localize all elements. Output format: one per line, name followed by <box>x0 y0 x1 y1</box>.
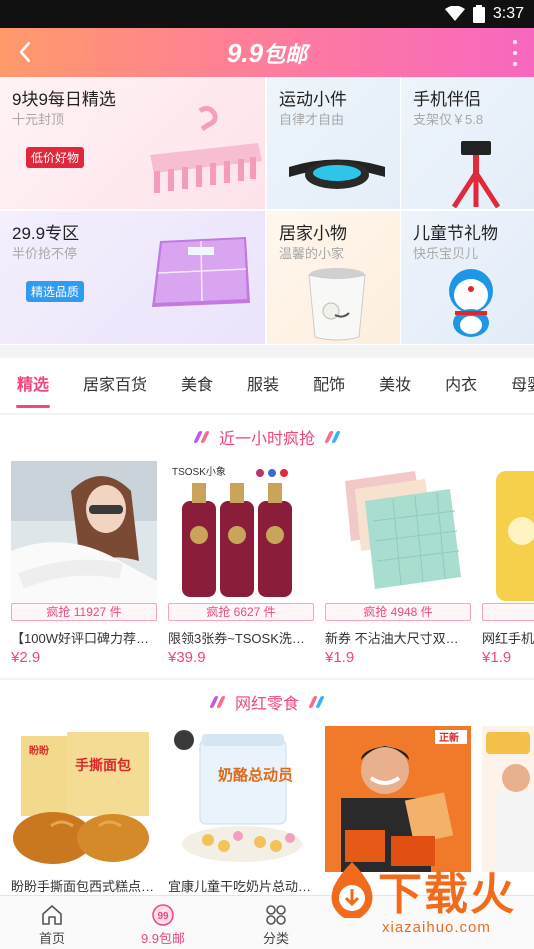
panpan-logo-text: 盼盼 <box>29 744 49 757</box>
section-header: 近一小时疯抢 <box>0 415 534 459</box>
grid-card-title: 居家小物 <box>279 224 347 243</box>
bathroom-scale-image <box>152 237 250 307</box>
grid-card-9-9-daily[interactable]: 9块9每日精选 十元封顶 低价好物 <box>0 77 265 209</box>
page-title: 9.9包邮 <box>227 37 307 69</box>
home-icon <box>42 905 62 925</box>
nine-nine-icon: 99 <box>152 904 174 926</box>
tab-home-goods[interactable]: 居家百货 <box>66 358 164 413</box>
status-time: 3:37 <box>492 5 524 22</box>
watermark-url: xiazaihuo.com <box>382 919 491 936</box>
grid-card-title: 运动小件 <box>279 90 347 109</box>
wifi-icon <box>444 6 465 21</box>
more-options-icon[interactable] <box>510 40 520 66</box>
tab-underwear[interactable]: 内衣 <box>428 358 494 413</box>
nav-category-label: 分类 <box>262 931 289 946</box>
back-arrow-icon[interactable] <box>12 38 40 66</box>
watermark-brand: 下载火 <box>378 870 516 919</box>
tab-mother-baby[interactable]: 母婴 <box>494 358 534 413</box>
grid-card-subtitle: 自律才自由 <box>279 112 345 127</box>
grid-card-childrens-day[interactable]: 儿童节礼物 快乐宝贝儿 <box>401 211 534 344</box>
grid-card-subtitle: 半价抢不停 <box>12 246 78 261</box>
product-image-tofu-snack: 正新 <box>325 726 471 872</box>
product-name: 限领3张券~TSOSK洗发… <box>168 631 314 646</box>
hot-section: 近一小时疯抢 疯抢 11927 件 【100W好评口碑力荐】… ¥2.9 TSO… <box>0 415 534 678</box>
grid-card-sports[interactable]: 运动小件 自律才自由 <box>267 77 400 209</box>
page-title-text: 包邮 <box>263 41 308 67</box>
grid-card-subtitle: 支架仅￥5.8 <box>413 112 484 127</box>
app-header: 9.9包邮 <box>0 28 534 77</box>
milk-jar-text: 奶酪总动员 <box>218 766 293 784</box>
product-name: 新券 不沾油大尺寸双色… <box>325 631 471 646</box>
doraemon-toy-image <box>449 269 493 337</box>
slash-decoration-icon <box>324 431 341 443</box>
product-image-sleeves <box>11 461 157 607</box>
hanger-rack-image <box>150 105 262 193</box>
zhengxin-logo-text: 正新 <box>439 731 459 744</box>
status-bar: 3:37 <box>0 0 534 28</box>
nav-home-label: 首页 <box>38 931 65 946</box>
product-name: 宜康儿童干吃奶片总动员… <box>168 879 314 894</box>
sold-count-badge: 疯抢 6627 件 <box>168 603 314 621</box>
category-tabs: 精选 居家百货 美食 服装 配饰 美妆 内衣 母婴 <box>0 358 534 414</box>
product-price: ¥2.9 <box>11 649 41 666</box>
bread-package-text: 手撕面包 <box>75 757 131 773</box>
svg-text:99: 99 <box>157 911 169 922</box>
grid-card-subtitle: 快乐宝贝儿 <box>413 246 479 261</box>
waist-bag-image <box>289 159 385 189</box>
product-price: ¥39.9 <box>168 649 206 666</box>
product-name: 网红手机 <box>482 631 534 646</box>
sold-count-badge: 疯抢 11927 件 <box>11 603 157 621</box>
nav-9-9-label: 9.9包邮 <box>140 931 186 946</box>
product-image-dishcloth <box>325 461 471 607</box>
slash-decoration-icon <box>193 431 210 443</box>
grid-card-29-9[interactable]: 29.9专区 半价抢不停 精选品质 <box>0 211 265 344</box>
sold-count-badge: 疯抢 <box>482 603 534 621</box>
grid-card-subtitle: 十元封顶 <box>12 112 65 127</box>
sold-count-badge: 疯抢 4948 件 <box>325 603 471 621</box>
section-title: 网红零食 <box>234 696 299 713</box>
product-price: ¥1.9 <box>325 649 355 666</box>
grid-card-title: 29.9专区 <box>12 224 80 243</box>
grid-card-badge: 低价好物 <box>26 147 85 168</box>
nav-9-9[interactable]: 99 9.9包邮 <box>108 896 218 949</box>
category-grid: 9块9每日精选 十元封顶 低价好物 运动小件 自律才自由 手机伴侣 支架仅￥5.… <box>0 77 534 345</box>
tab-beauty[interactable]: 美妆 <box>362 358 428 413</box>
tab-featured[interactable]: 精选 <box>0 358 66 413</box>
tsosk-logo-text: TSOSK小象 <box>172 466 226 478</box>
section-title: 近一小时疯抢 <box>218 431 315 448</box>
storage-basket-image <box>308 268 366 341</box>
section-header: 网红零食 <box>0 680 534 724</box>
tab-clothing[interactable]: 服装 <box>230 358 296 413</box>
battery-icon <box>472 5 485 23</box>
grid-card-badge: 精选品质 <box>26 281 85 302</box>
product-image-bread: 盼盼 手撕面包 <box>11 726 157 872</box>
slash-decoration-icon <box>209 696 226 708</box>
grid-card-home[interactable]: 居家小物 温馨的小家 <box>267 211 400 344</box>
page-title-number: 9.9 <box>226 37 264 68</box>
product-price: ¥1.9 <box>482 649 512 666</box>
slash-decoration-icon <box>308 696 325 708</box>
product-image-shampoo: TSOSK小象 <box>168 461 314 607</box>
watermark: 下载火 xiazaihuo.com <box>318 852 534 949</box>
grid-card-title: 手机伴侣 <box>413 90 481 109</box>
nav-home[interactable]: 首页 <box>0 896 107 949</box>
category-icon <box>266 905 286 925</box>
grid-card-title: 9块9每日精选 <box>12 90 116 109</box>
nav-category[interactable]: 分类 <box>221 896 331 949</box>
product-image-phone-case <box>482 461 534 607</box>
grid-card-title: 儿童节礼物 <box>413 224 498 243</box>
tab-accessories[interactable]: 配饰 <box>296 358 362 413</box>
download-fire-logo-icon <box>331 862 373 918</box>
product-image-snack-4 <box>482 726 534 872</box>
product-image-milk-candy: 奶酪总动员 <box>168 726 314 872</box>
tab-food[interactable]: 美食 <box>164 358 230 413</box>
phone-tripod-image <box>451 141 501 209</box>
product-row: 疯抢 11927 件 【100W好评口碑力荐】… ¥2.9 TSOSK小象 疯抢… <box>0 461 534 676</box>
product-name: 【100W好评口碑力荐】… <box>11 631 157 646</box>
product-name: 盼盼手撕面包西式糕点营… <box>11 879 157 894</box>
grid-card-phone[interactable]: 手机伴侣 支架仅￥5.8 <box>401 77 534 209</box>
grid-card-subtitle: 温馨的小家 <box>279 246 345 261</box>
